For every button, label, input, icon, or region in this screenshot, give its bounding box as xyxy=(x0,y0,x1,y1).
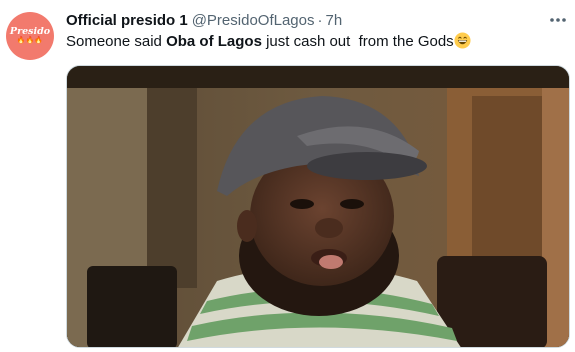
display-name[interactable]: Official presido 1 xyxy=(66,12,188,29)
tweet-content: Official presido 1 @PresidoOfLagos · 7h … xyxy=(66,10,575,52)
tweet-header: Official presido 1 @PresidoOfLagos · 7h xyxy=(66,10,575,30)
tweet-text-bold: Oba of Lagos xyxy=(166,33,262,50)
grinning-face-emoji-icon xyxy=(454,32,471,49)
avatar-flames: 🔥🔥🔥 xyxy=(16,37,44,44)
separator-dot: · xyxy=(317,11,323,29)
tweet-media-photo[interactable] xyxy=(66,65,570,348)
tweet-card[interactable]: Presido 🔥🔥🔥 Official presido 1 @PresidoO… xyxy=(0,0,575,352)
more-options-button[interactable] xyxy=(543,10,573,30)
meme-photo xyxy=(67,66,569,347)
tweet-text-part: just cash out from the Gods xyxy=(261,33,454,50)
user-handle[interactable]: @PresidoOfLagos xyxy=(192,12,315,29)
more-horizontal-icon xyxy=(550,18,566,22)
timestamp[interactable]: 7h xyxy=(326,12,343,29)
avatar-logo-text: Presido xyxy=(9,26,51,37)
tweet-text: Someone said Oba of Lagos just cash out … xyxy=(66,32,575,52)
tweet-text-part: Someone said xyxy=(66,33,167,50)
avatar[interactable]: Presido 🔥🔥🔥 xyxy=(6,12,54,60)
